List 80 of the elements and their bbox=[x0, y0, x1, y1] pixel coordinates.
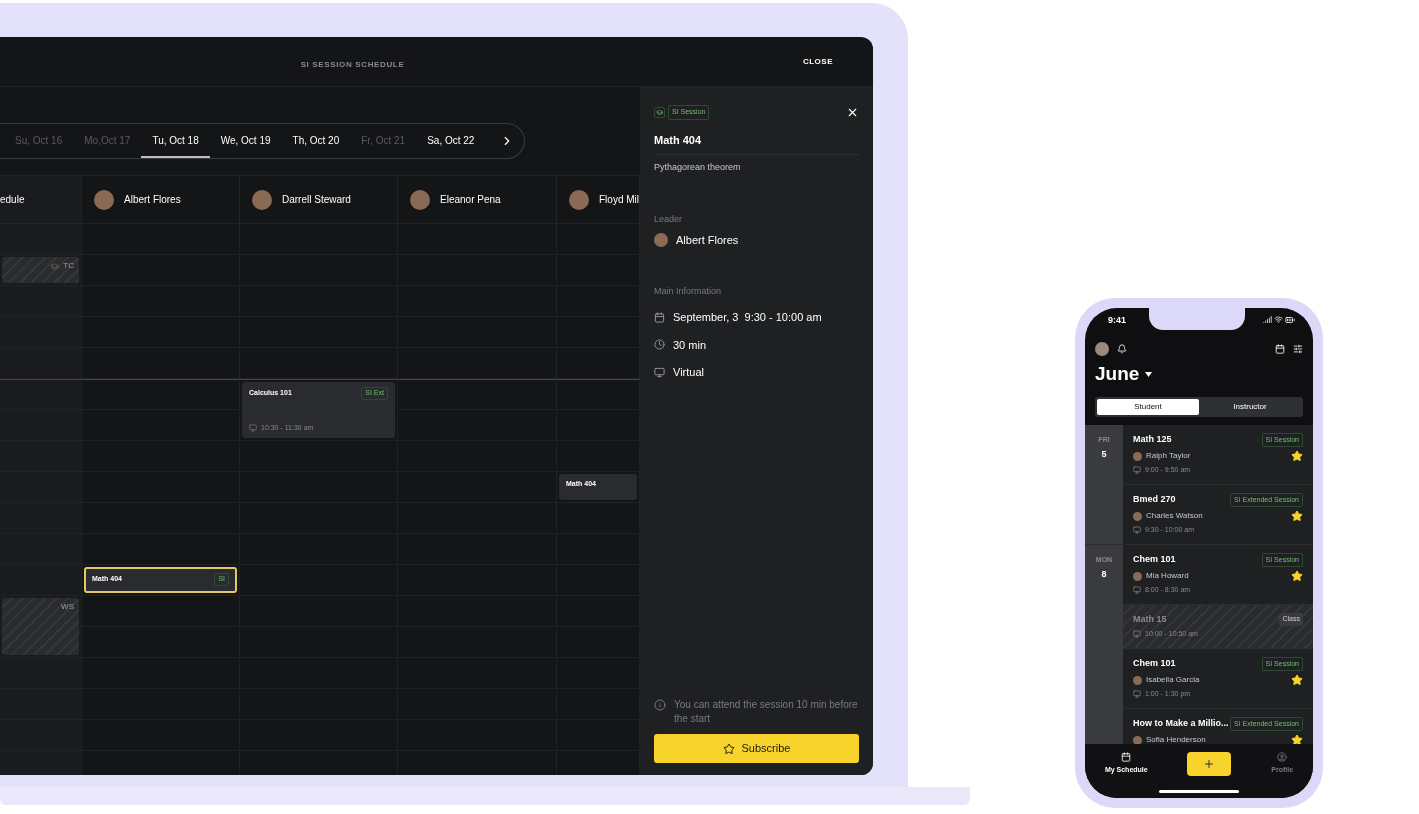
avatar bbox=[1133, 451, 1142, 461]
sliders-icon[interactable] bbox=[1293, 344, 1303, 354]
battery-icon bbox=[1285, 315, 1295, 325]
user-icon bbox=[1277, 752, 1288, 762]
window-title: SI SESSION SCHEDULE bbox=[300, 59, 405, 69]
add-button[interactable] bbox=[1187, 752, 1232, 776]
date-tab[interactable]: Th, Oct 20 bbox=[281, 124, 351, 158]
avatar bbox=[1133, 675, 1142, 685]
column-title: Eleanor Pena bbox=[440, 193, 501, 207]
avatar bbox=[1133, 735, 1142, 744]
column-title: edule bbox=[0, 193, 25, 207]
plus-icon bbox=[1203, 758, 1216, 770]
segment-tab[interactable]: Instructor bbox=[1199, 398, 1301, 415]
block-code: TC bbox=[63, 262, 74, 270]
monitor-icon bbox=[249, 423, 257, 432]
wifi-icon bbox=[1274, 315, 1283, 324]
item-title: Chem 101 bbox=[1133, 657, 1176, 670]
block-code: WS bbox=[61, 603, 74, 611]
month-selector[interactable]: June bbox=[1085, 360, 1313, 389]
close-button[interactable]: CLOSE bbox=[803, 55, 833, 68]
avatar bbox=[569, 189, 589, 210]
graduation-cap-icon bbox=[654, 106, 665, 118]
leader-name: Albert Flores bbox=[676, 233, 739, 248]
item-title: How to Make a Millio... bbox=[1133, 717, 1229, 730]
column-title: Floyd Mil bbox=[599, 193, 639, 207]
star-icon bbox=[722, 742, 735, 755]
monitor-icon bbox=[1133, 690, 1141, 699]
avatar bbox=[1133, 571, 1142, 581]
calendar-icon bbox=[1121, 752, 1132, 762]
day-number: 5 bbox=[1101, 448, 1107, 461]
person-name: Charles Watson bbox=[1146, 510, 1203, 522]
avatar bbox=[654, 233, 668, 248]
avatar bbox=[94, 189, 114, 210]
item-title: Math 15 bbox=[1133, 612, 1167, 626]
avatar bbox=[410, 189, 430, 210]
column-title: Albert Flores bbox=[124, 193, 181, 207]
date-tab[interactable]: Tu, Oct 18 bbox=[141, 124, 210, 158]
info-icon bbox=[654, 699, 666, 711]
person-name: Ralph Taylor bbox=[1146, 450, 1191, 462]
info-text: September, 3 9:30 - 10:00 am bbox=[673, 310, 822, 325]
calendar-icon[interactable] bbox=[1275, 344, 1285, 354]
monitor-icon bbox=[654, 366, 665, 378]
person-name: Mia Howard bbox=[1146, 570, 1189, 582]
attend-note: You can attend the session 10 min before the start bbox=[674, 698, 859, 726]
graduation-cap-icon bbox=[50, 262, 60, 271]
star-icon[interactable] bbox=[1291, 450, 1303, 462]
avatar bbox=[1095, 342, 1109, 356]
caret-icon bbox=[1145, 371, 1153, 377]
leader-label: Leader bbox=[654, 212, 684, 226]
star-icon[interactable] bbox=[1291, 734, 1303, 744]
person-name: Sofia Henderson bbox=[1146, 734, 1206, 744]
monitor-icon bbox=[1133, 466, 1141, 475]
clock-icon bbox=[654, 339, 665, 351]
info-text: Virtual bbox=[673, 365, 704, 380]
status-time: 9:41 bbox=[1107, 314, 1127, 327]
avatar bbox=[252, 189, 272, 210]
segment-tab[interactable]: Student bbox=[1097, 398, 1199, 415]
star-icon[interactable] bbox=[1291, 510, 1303, 522]
monitor-icon bbox=[1133, 630, 1141, 639]
avatar bbox=[1133, 511, 1142, 521]
column-title: Darrell Steward bbox=[282, 193, 351, 207]
info-text: 30 min bbox=[673, 337, 707, 353]
signal-icon bbox=[1263, 315, 1272, 324]
item-title: Bmed 270 bbox=[1133, 493, 1176, 506]
bell-icon[interactable] bbox=[1117, 344, 1127, 354]
person-name: Isabella Garcia bbox=[1146, 674, 1200, 686]
monitor-icon bbox=[1133, 586, 1141, 595]
detail-topic: Pythagorean theorem bbox=[654, 161, 742, 174]
subscribe-button[interactable]: Subscribe bbox=[654, 734, 859, 763]
info-label: Main Information bbox=[654, 284, 723, 298]
monitor-icon bbox=[1133, 526, 1141, 535]
item-title: Chem 101 bbox=[1133, 553, 1176, 566]
day-number: 8 bbox=[1101, 568, 1107, 581]
star-icon[interactable] bbox=[1291, 674, 1303, 686]
date-tab[interactable]: We, Oct 19 bbox=[209, 124, 282, 158]
item-title: Math 125 bbox=[1133, 433, 1172, 446]
calendar-icon bbox=[654, 311, 665, 323]
detail-title: Math 404 bbox=[654, 131, 859, 155]
star-icon[interactable] bbox=[1291, 570, 1303, 582]
date-tab[interactable]: Sa, Oct 22 bbox=[416, 124, 486, 158]
